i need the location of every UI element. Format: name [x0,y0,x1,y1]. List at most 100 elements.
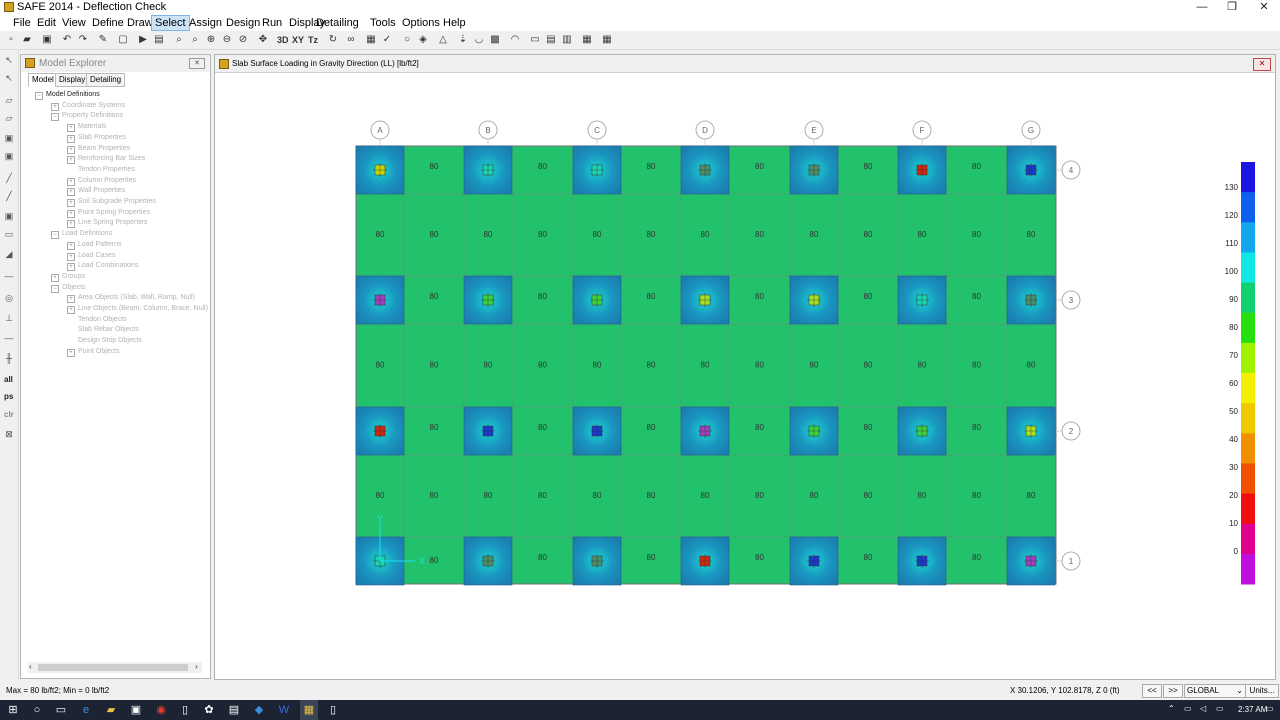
tree-item[interactable]: Load Cases [78,252,115,259]
tree-item[interactable]: Reinforcing Bar Sizes [78,155,145,162]
table-icon[interactable]: ▦ [600,33,614,47]
glasses-icon[interactable]: ∞ [344,33,358,47]
view-3d-button[interactable]: 3D [277,33,289,47]
menu-detailing[interactable]: Detailing [313,16,362,30]
select-grid-icon[interactable]: ╫ [3,352,15,364]
tree-toggle-icon[interactable]: + [67,295,75,304]
minimize-button[interactable]: — [1186,0,1218,15]
tree-toggle-icon[interactable]: − [51,284,59,293]
menu-define[interactable]: Define [89,16,127,30]
select-all-button[interactable]: all [4,375,13,384]
select-icon[interactable]: ▦ [364,33,378,47]
menu-file[interactable]: File [10,16,34,30]
triangle-icon[interactable]: △ [436,33,450,47]
tree-item[interactable]: Tendon Objects [78,316,127,323]
menu-design[interactable]: Design [223,16,263,30]
draw-column-icon[interactable]: ▣ [3,210,15,222]
tree-toggle-icon[interactable]: + [67,348,75,357]
scroll-thumb[interactable] [38,664,188,671]
tree-toggle-icon[interactable]: + [67,220,75,229]
coordinate-system-select[interactable]: GLOBAL ⌄ [1184,684,1246,698]
tree-item[interactable]: Load Definitions [62,230,112,237]
undo-icon[interactable]: ↶ [60,33,74,47]
close-window-button[interactable]: ✕ [1248,0,1280,15]
tree-toggle-icon[interactable]: + [67,134,75,143]
menu-run[interactable]: Run [259,16,285,30]
open-icon[interactable]: ▰ [20,33,34,47]
tree-toggle-icon[interactable]: + [67,209,75,218]
grid-icon[interactable]: ▦ [580,33,594,47]
tree-toggle-icon[interactable]: + [67,252,75,261]
draw-strip-icon[interactable]: ▭ [3,228,15,240]
load-icon[interactable]: ⇣ [456,33,470,47]
cortana-icon[interactable]: ○ [30,703,44,717]
draw-tendon-icon[interactable]: ◢ [3,248,15,260]
zoom-rect-icon[interactable]: ⌕ [172,33,186,47]
draw-point-icon[interactable]: ▱ [3,94,15,106]
intersect-icon[interactable]: ⊠ [3,428,15,440]
tree-item[interactable]: Coordinate Systems [62,102,125,109]
safe-taskbar-icon[interactable]: ▦ [300,700,318,720]
task-view-icon[interactable]: ▭ [54,703,68,717]
explorer-close-icon[interactable]: ✕ [189,58,205,69]
view-xy-button[interactable]: XY [292,33,304,47]
tree-item[interactable]: Load Combinations [78,262,138,269]
zoom-in-icon[interactable]: ⊕ [204,33,218,47]
tree-toggle-icon[interactable]: + [67,263,75,272]
windows-start-icon[interactable]: ⊞ [6,703,20,717]
draw-wall-icon[interactable]: ▣ [3,150,15,162]
pan-icon[interactable]: ✥ [256,33,270,47]
tree-item[interactable]: Point Objects [78,348,120,355]
tree-toggle-icon[interactable]: + [67,156,75,165]
tree-toggle-icon[interactable]: − [51,231,59,240]
tree-item[interactable]: Model Definitions [46,91,100,98]
run-all-icon[interactable]: ▤ [152,33,166,47]
scroll-right-icon[interactable]: › [195,662,198,671]
draw-slab-icon[interactable]: ▣ [3,132,15,144]
draw-support-icon[interactable]: ⊥ [3,312,15,324]
menu-select[interactable]: Select [151,15,190,31]
shell-icon[interactable]: ◡ [472,33,486,47]
run-icon[interactable]: ▶ [136,33,150,47]
menu-help[interactable]: Help [440,16,469,30]
tree-item[interactable]: Soil Subgrade Properties [78,198,156,205]
notepad-icon[interactable]: ▯ [178,703,192,717]
network-icon[interactable]: ▭ [1184,704,1192,713]
save-icon[interactable]: ▣ [40,33,54,47]
tree-toggle-icon[interactable]: − [35,92,43,100]
draw-beam-icon[interactable]: ╱ [3,190,15,202]
tree-item[interactable]: Groups [62,273,85,280]
draw-rebar-icon[interactable]: — [3,332,15,344]
draw-spring-icon[interactable]: ◎ [3,292,15,304]
strip-icon[interactable]: ◠ [508,33,522,47]
tree-toggle-icon[interactable]: + [67,177,75,186]
deformed-icon[interactable]: ◈ [416,33,430,47]
circle-icon[interactable]: ○ [400,33,414,47]
clock[interactable]: 2:37 AM [1238,705,1267,714]
contour-icon[interactable]: ▩ [488,33,502,47]
volume-icon[interactable]: ◁ [1200,704,1206,713]
redo-icon[interactable]: ↷ [76,33,90,47]
rebar-icon[interactable]: ▤ [544,33,558,47]
tree-item[interactable]: Slab Properties [78,134,126,141]
tab-display[interactable]: Display [55,73,90,87]
pencil-icon[interactable]: ✎ [96,33,110,47]
app-icon-2[interactable]: ▤ [227,703,241,717]
keyboard-icon[interactable]: ▭ [1216,704,1224,713]
notifications-icon[interactable]: ▭ [1266,704,1274,713]
tree-item[interactable]: Wall Properties [78,187,125,194]
explorer-horizontal-scrollbar[interactable]: ‹ › [28,662,202,673]
tree-toggle-icon[interactable]: + [67,188,75,197]
tree-toggle-icon[interactable]: + [67,145,75,154]
reshape-icon[interactable]: ↖ [3,72,15,84]
chrome-icon[interactable]: ◉ [154,703,168,717]
word-icon[interactable]: W [277,703,291,717]
draw-area-icon[interactable]: ▱ [3,112,15,124]
zoom-prev-icon[interactable]: ⊘ [236,33,250,47]
tree-item[interactable]: Point Spring Properties [78,209,150,216]
edge-icon[interactable]: e [79,703,93,717]
menu-options[interactable]: Options [399,16,443,30]
tree-item[interactable]: Slab Rebar Objects [78,326,139,333]
app-icon-4[interactable]: ▯ [326,703,340,717]
tree-item[interactable]: Property Definitions [62,112,123,119]
